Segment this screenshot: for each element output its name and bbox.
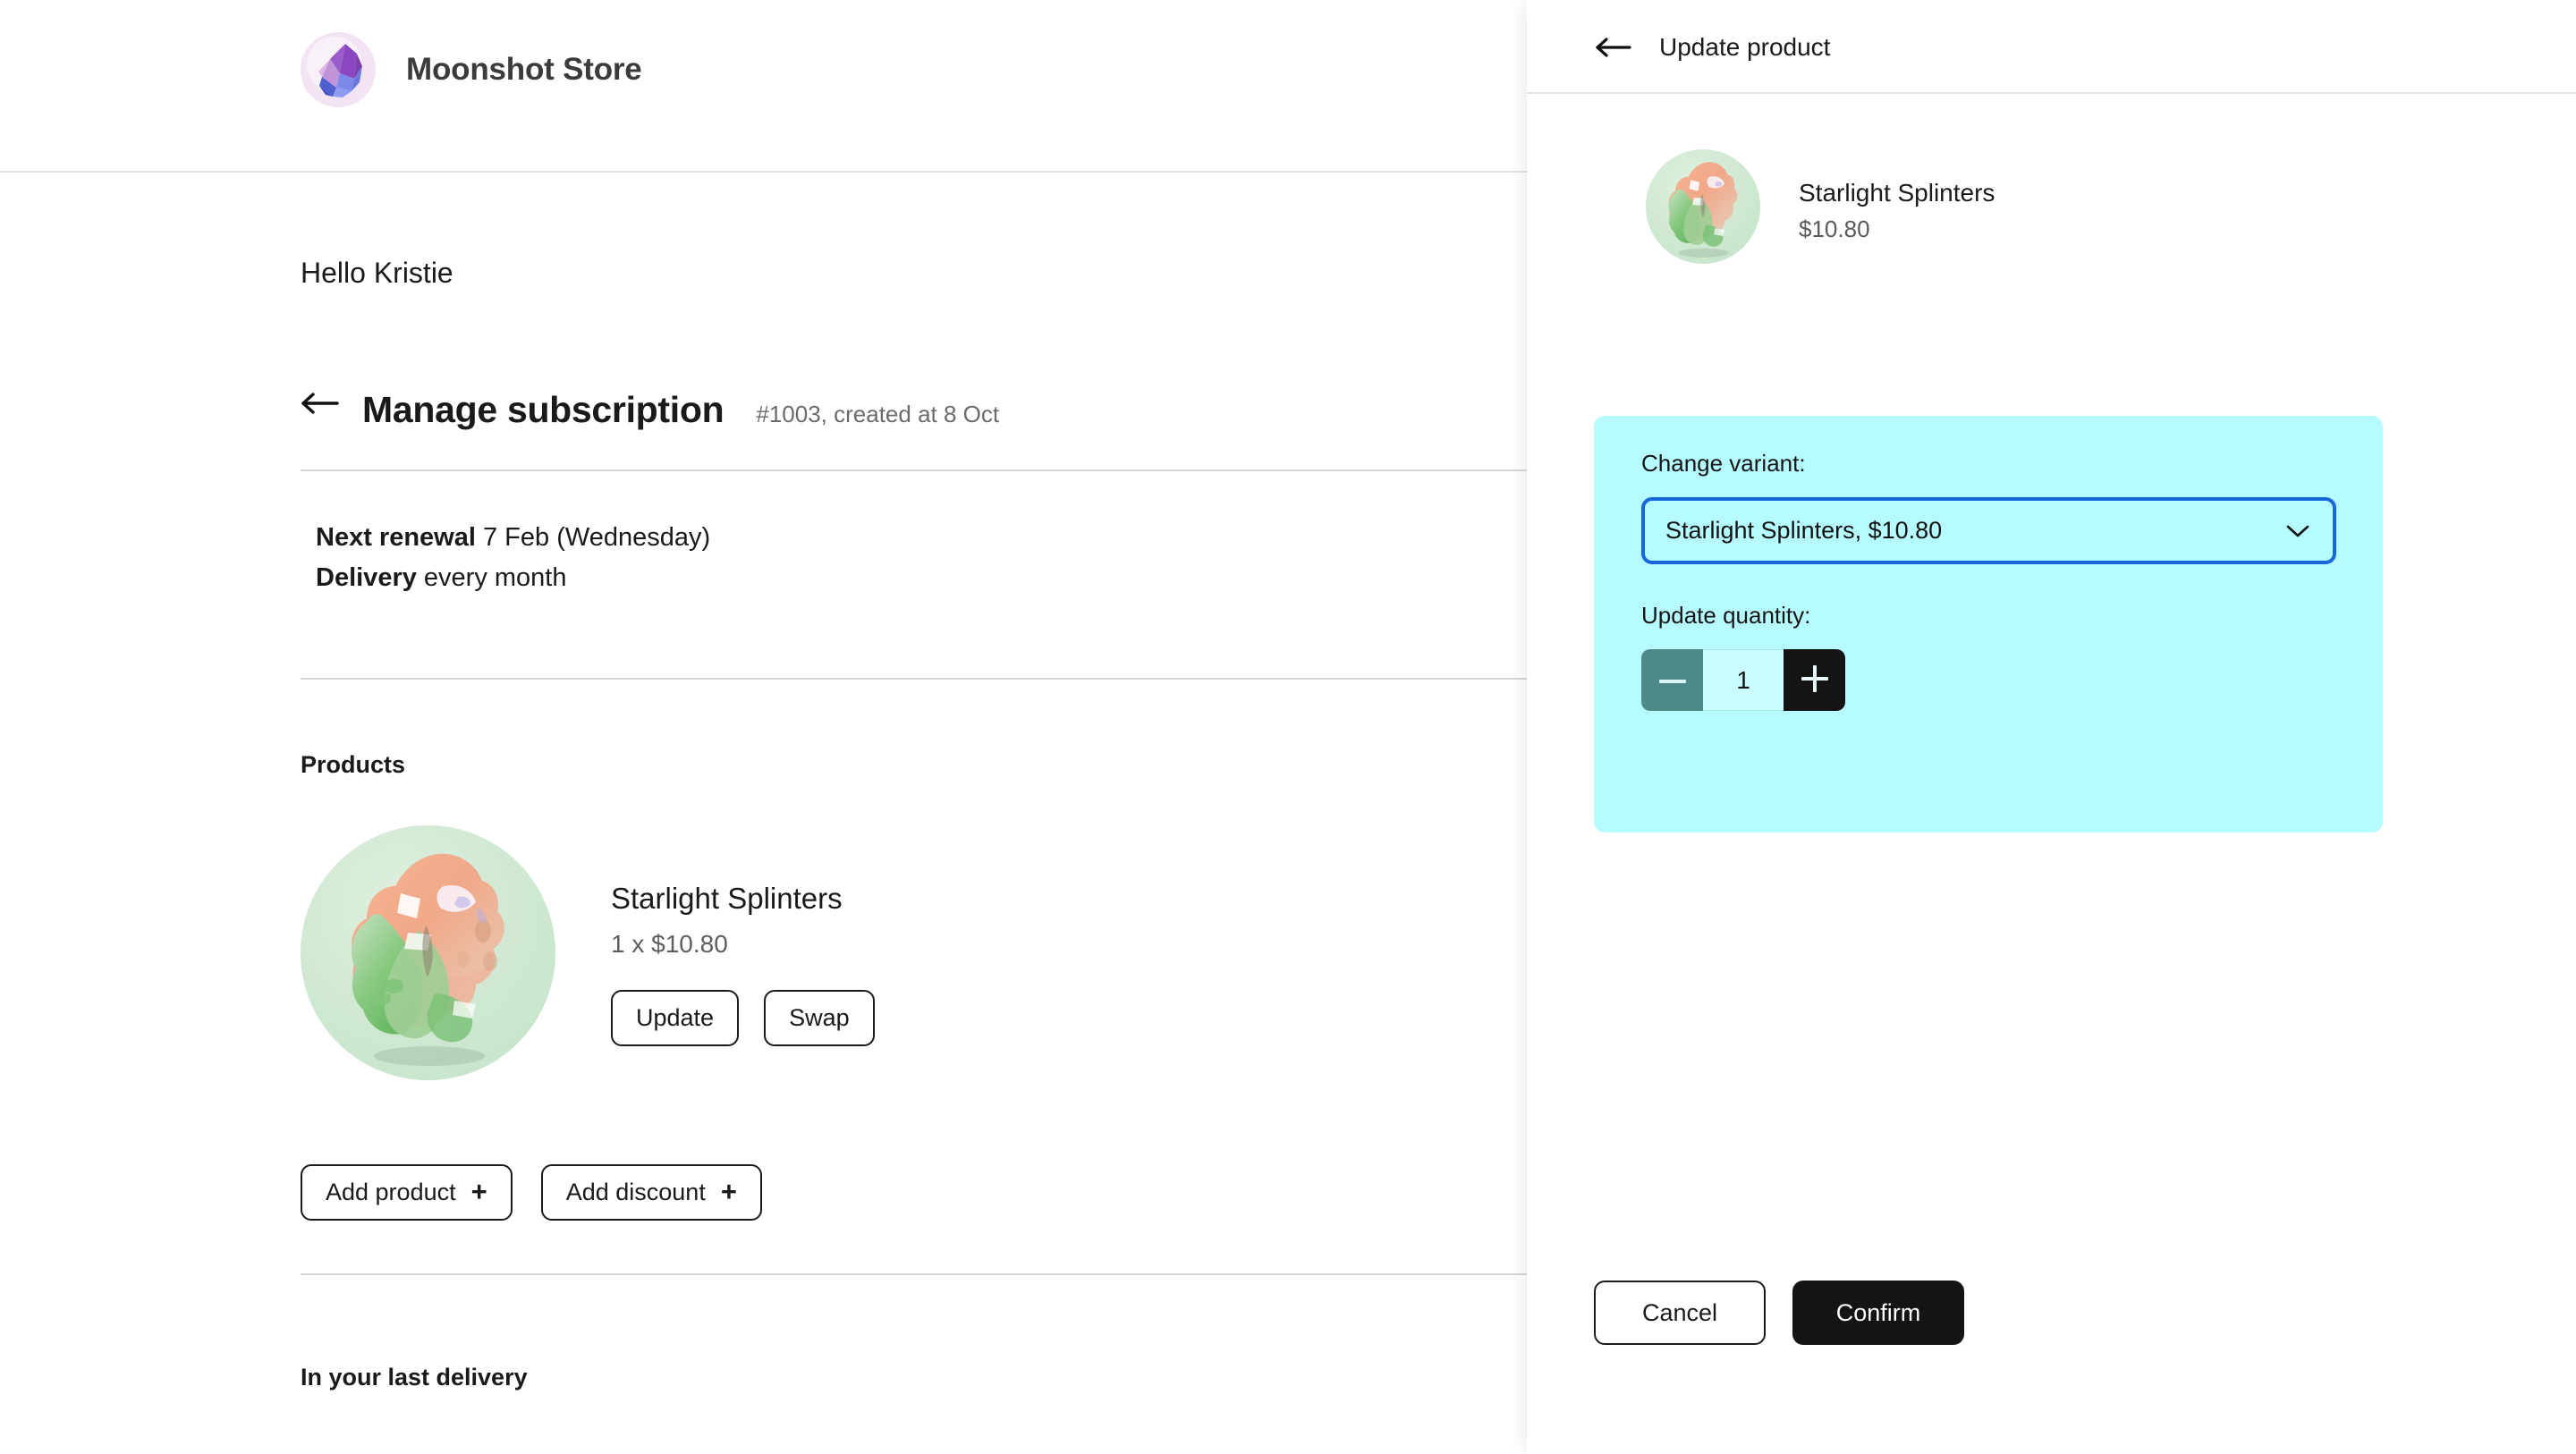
detail-row: Next renewal 7 Feb (Wednesday) (316, 521, 710, 554)
arrow-left-icon[interactable] (301, 388, 342, 418)
variant-quantity-card: Change variant: Starlight Splinters, $10… (1594, 416, 2383, 833)
app-screenshot: Moonshot Store Hello Kristie Manage subs… (0, 0, 2576, 1454)
detail-value: 7 Feb (Wednesday) (482, 523, 711, 552)
plus-icon: + (720, 1176, 737, 1207)
update-quantity-label: Update quantity: (1641, 602, 1811, 629)
detail-label: Delivery (316, 562, 417, 592)
product-quantity-price: 1 x $10.80 (611, 930, 728, 958)
add-discount-button[interactable]: Add discount + (540, 1164, 762, 1221)
divider (301, 678, 1527, 680)
panel-header-inner: Update product (1595, 0, 1830, 94)
quantity-value[interactable]: 1 (1703, 649, 1784, 711)
crystal-logo-icon (301, 32, 376, 107)
panel-title: Update product (1659, 32, 1831, 61)
panel-product-title: Starlight Splinters (1799, 179, 1996, 207)
panel-product-summary: Starlight Splinters $10.80 (1646, 149, 1995, 264)
detail-row: Delivery every month (316, 562, 710, 595)
variant-select[interactable]: Starlight Splinters, $10.80 (1641, 497, 2336, 564)
detail-value: every month (423, 562, 567, 592)
panel-header: Update product (1527, 0, 2576, 94)
subscription-details: Next renewal 7 Feb (Wednesday) Delivery … (316, 521, 710, 601)
product-list-item: Starlight Splinters 1 x $10.80 Update Sw… (301, 825, 875, 1080)
quantity-increase-button[interactable] (1784, 649, 1845, 711)
page-title-row: Manage subscription #1003, created at 8 … (301, 389, 999, 431)
panel-footer-actions: Cancel Confirm (1594, 1281, 1964, 1345)
divider (301, 469, 1527, 471)
confirm-button[interactable]: Confirm (1792, 1281, 1964, 1345)
product-info: Starlight Splinters 1 x $10.80 Update Sw… (611, 825, 875, 1046)
panel-product-text: Starlight Splinters $10.80 (1799, 149, 1995, 243)
minus-icon (1658, 673, 1686, 687)
update-product-button[interactable]: Update (611, 990, 740, 1046)
swap-product-button[interactable]: Swap (764, 990, 875, 1046)
add-actions-row: Add product + Add discount + (301, 1164, 762, 1221)
greeting-text: Hello Kristie (301, 257, 453, 289)
change-variant-label: Change variant: (1641, 450, 1806, 477)
store-brand[interactable]: Moonshot Store (301, 32, 642, 107)
product-crystal-image (301, 825, 555, 1080)
add-discount-label: Add discount (565, 1179, 706, 1205)
products-heading: Products (301, 751, 406, 778)
plus-icon (1801, 665, 1828, 695)
quantity-decrease-button[interactable] (1641, 649, 1703, 711)
panel-product-price: $10.80 (1799, 216, 1870, 242)
product-actions: Update Swap (611, 990, 875, 1046)
add-product-button[interactable]: Add product + (301, 1164, 513, 1221)
store-header: Moonshot Store (0, 0, 1527, 173)
chevron-down-icon (2284, 523, 2311, 539)
order-meta: #1003, created at 8 Oct (756, 401, 1000, 427)
product-title: Starlight Splinters (611, 882, 843, 915)
page-title: Manage subscription (362, 389, 724, 430)
product-crystal-image (1646, 149, 1760, 264)
detail-label: Next renewal (316, 523, 476, 552)
divider (301, 1273, 1527, 1275)
variant-select-value: Starlight Splinters, $10.80 (1665, 517, 1943, 544)
cancel-button[interactable]: Cancel (1594, 1281, 1766, 1345)
quantity-stepper: 1 (1641, 649, 1845, 711)
last-delivery-heading: In your last delivery (301, 1364, 528, 1391)
add-product-label: Add product (326, 1179, 456, 1205)
plus-icon: + (470, 1176, 487, 1207)
store-name: Moonshot Store (406, 52, 642, 87)
storefront-main-area: Moonshot Store Hello Kristie Manage subs… (0, 0, 1527, 1454)
arrow-left-icon[interactable] (1595, 34, 1634, 61)
